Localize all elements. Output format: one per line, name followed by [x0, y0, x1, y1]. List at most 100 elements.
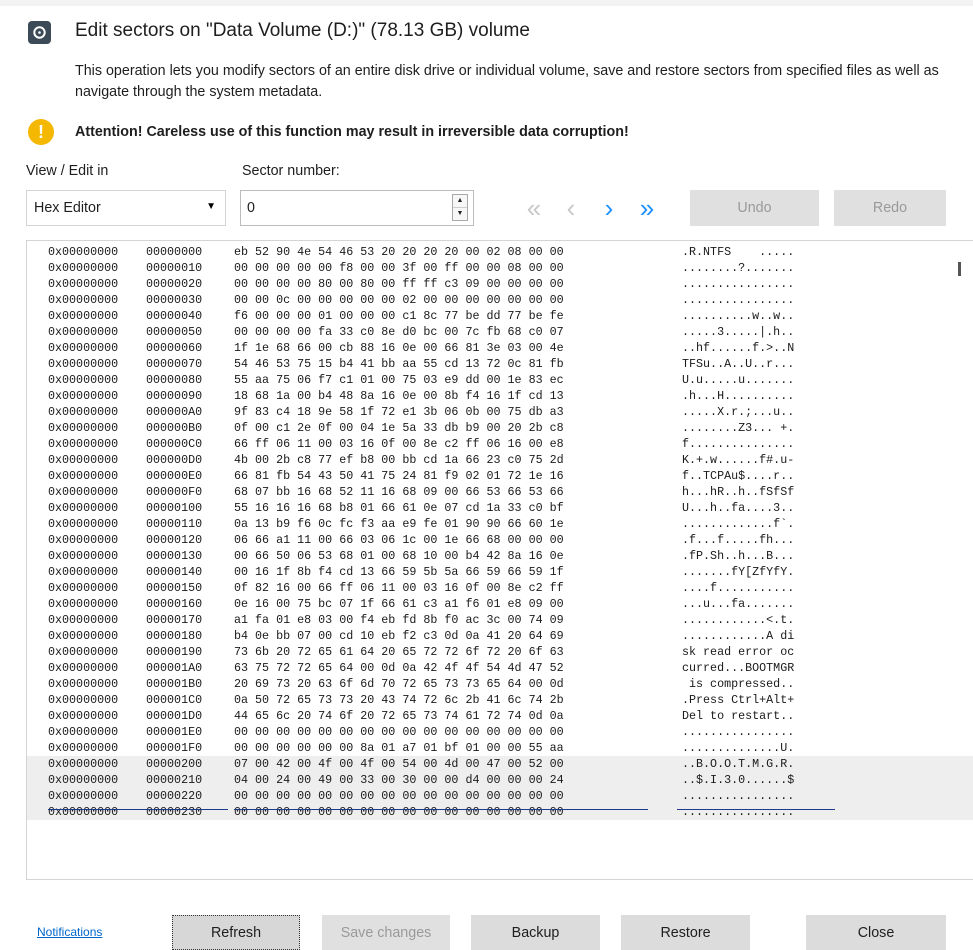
- hex-ascii: ................: [682, 805, 795, 819]
- hex-ascii: ..............U.: [682, 741, 795, 755]
- hex-offset: 00000220: [146, 789, 203, 803]
- hex-row[interactable]: 0x00000000 00000020 00 00 00 00 80 00 80 0…: [27, 276, 973, 292]
- spin-up-icon[interactable]: ▲: [453, 195, 467, 208]
- spin-down-icon[interactable]: ▼: [453, 208, 467, 220]
- hex-ascii: .....3.....|.h..: [682, 325, 795, 339]
- hex-row[interactable]: 0x00000000 00000180 b4 0e bb 07 00 cd 10 e…: [27, 628, 973, 644]
- hex-row[interactable]: 0x00000000 00000030 00 00 0c 00 00 00 00 0…: [27, 292, 973, 308]
- hex-row[interactable]: 0x00000000 000000C0 66 ff 06 11 00 03 16 0…: [27, 436, 973, 452]
- sector-number-input[interactable]: [241, 199, 439, 217]
- hex-row[interactable]: 0x00000000 00000090 18 68 1a 00 b4 48 8a 1…: [27, 388, 973, 404]
- hex-row[interactable]: 0x00000000 000001B0 20 69 73 20 63 6f 6d 7…: [27, 676, 973, 692]
- hex-address: 0x00000000: [48, 677, 119, 691]
- hex-row[interactable]: 0x00000000 00000190 73 6b 20 72 65 61 64 2…: [27, 644, 973, 660]
- redo-button[interactable]: Redo: [834, 190, 946, 226]
- sector-number-label: Sector number:: [242, 163, 340, 179]
- hex-row[interactable]: 0x00000000 00000200 07 00 42 00 4f 00 4f 0…: [27, 756, 973, 772]
- hex-ascii: .Press Ctrl+Alt+: [682, 693, 795, 707]
- hex-row[interactable]: 0x00000000 000000D0 4b 00 2b c8 77 ef b8 0…: [27, 452, 973, 468]
- hex-bytes: 00 00 00 00 00 00 8a 01 a7 01 bf 01 00 0…: [234, 741, 564, 755]
- hex-address: 0x00000000: [48, 245, 119, 259]
- hex-offset: 00000030: [146, 293, 203, 307]
- hex-ascii: U.u.....u.......: [682, 373, 795, 387]
- hex-offset: 00000230: [146, 805, 203, 819]
- hex-offset: 00000120: [146, 533, 203, 547]
- backup-button[interactable]: Backup: [471, 915, 600, 950]
- sector-spinner[interactable]: ▲ ▼: [452, 194, 468, 221]
- hex-ascii: .f...f.....fh...: [682, 533, 795, 547]
- hex-row[interactable]: 0x00000000 00000120 06 66 a1 11 00 66 03 0…: [27, 532, 973, 548]
- hex-bytes: 00 00 00 00 fa 33 c0 8e d0 bc 00 7c fb 6…: [234, 325, 564, 339]
- hex-address: 0x00000000: [48, 309, 119, 323]
- hex-row[interactable]: 0x00000000 00000110 0a 13 b9 f6 0c fc f3 a…: [27, 516, 973, 532]
- hex-row[interactable]: 0x00000000 00000220 00 00 00 00 00 00 00 0…: [27, 788, 973, 804]
- hex-bytes: eb 52 90 4e 54 46 53 20 20 20 20 00 02 0…: [234, 245, 564, 259]
- hex-row[interactable]: 0x00000000 000000F0 68 07 bb 16 68 52 11 1…: [27, 484, 973, 500]
- hex-offset: 00000150: [146, 581, 203, 595]
- hex-row[interactable]: 0x00000000 00000100 55 16 16 16 68 b8 01 6…: [27, 500, 973, 516]
- hex-row[interactable]: 0x00000000 000001A0 63 75 72 72 65 64 00 0…: [27, 660, 973, 676]
- hex-address: 0x00000000: [48, 341, 119, 355]
- hex-offset: 00000100: [146, 501, 203, 515]
- hex-bytes: 00 00 00 00 00 f8 00 00 3f 00 ff 00 00 0…: [234, 261, 564, 275]
- restore-button[interactable]: Restore: [621, 915, 750, 950]
- hex-row[interactable]: 0x00000000 00000230 00 00 00 00 00 00 00 0…: [27, 804, 973, 820]
- hex-offset: 00000190: [146, 645, 203, 659]
- hex-ascii: Del to restart..: [682, 709, 795, 723]
- hex-bytes: 66 81 fb 54 43 50 41 75 24 81 f9 02 01 7…: [234, 469, 564, 483]
- hex-address: 0x00000000: [48, 469, 119, 483]
- hex-editor-view[interactable]: 0x00000000 00000000 eb 52 90 4e 54 46 53 2…: [26, 240, 973, 880]
- hex-bytes: 00 00 00 00 00 00 00 00 00 00 00 00 00 0…: [234, 789, 564, 803]
- hex-address: 0x00000000: [48, 293, 119, 307]
- hex-row[interactable]: 0x00000000 00000000 eb 52 90 4e 54 46 53 2…: [27, 244, 973, 260]
- hex-row[interactable]: 0x00000000 00000080 55 aa 75 06 f7 c1 01 0…: [27, 372, 973, 388]
- previous-sector-icon[interactable]: ‹: [557, 190, 585, 226]
- hex-ascii: ................: [682, 277, 795, 291]
- hex-bytes: 68 07 bb 16 68 52 11 16 68 09 00 66 53 6…: [234, 485, 564, 499]
- hex-row[interactable]: 0x00000000 000000A0 9f 83 c4 18 9e 58 1f 7…: [27, 404, 973, 420]
- notifications-link[interactable]: Notifications: [37, 925, 102, 939]
- hex-offset: 00000010: [146, 261, 203, 275]
- first-sector-icon[interactable]: «: [520, 190, 548, 226]
- hex-row[interactable]: 0x00000000 00000150 0f 82 16 00 66 ff 06 1…: [27, 580, 973, 596]
- hex-row[interactable]: 0x00000000 00000130 00 66 50 06 53 68 01 0…: [27, 548, 973, 564]
- undo-button[interactable]: Undo: [690, 190, 819, 226]
- hex-offset: 000001F0: [146, 741, 203, 755]
- hex-row[interactable]: 0x00000000 000000B0 0f 00 c1 2e 0f 00 04 1…: [27, 420, 973, 436]
- close-button[interactable]: Close: [806, 915, 946, 950]
- hex-offset: 00000140: [146, 565, 203, 579]
- hex-bytes: 1f 1e 68 66 00 cb 88 16 0e 00 66 81 3e 0…: [234, 341, 564, 355]
- hex-row[interactable]: 0x00000000 00000040 f6 00 00 00 01 00 00 0…: [27, 308, 973, 324]
- hex-row[interactable]: 0x00000000 00000070 54 46 53 75 15 b4 41 b…: [27, 356, 973, 372]
- hex-row[interactable]: 0x00000000 00000210 04 00 24 00 49 00 33 0…: [27, 772, 973, 788]
- save-changes-button[interactable]: Save changes: [322, 915, 450, 950]
- refresh-button[interactable]: Refresh: [172, 915, 300, 950]
- hex-row[interactable]: 0x00000000 00000060 1f 1e 68 66 00 cb 88 1…: [27, 340, 973, 356]
- hex-bytes: 4b 00 2b c8 77 ef b8 00 bb cd 1a 66 23 c…: [234, 453, 564, 467]
- hex-row[interactable]: 0x00000000 000001F0 00 00 00 00 00 00 8a 0…: [27, 740, 973, 756]
- view-mode-select[interactable]: Hex Editor ▼: [26, 190, 226, 226]
- scrollbar-thumb[interactable]: [958, 262, 961, 276]
- sector-number-field[interactable]: ▲ ▼: [240, 190, 474, 226]
- hex-row[interactable]: 0x00000000 000000E0 66 81 fb 54 43 50 41 7…: [27, 468, 973, 484]
- hex-row[interactable]: 0x00000000 000001D0 44 65 6c 20 74 6f 20 7…: [27, 708, 973, 724]
- hex-bytes: 20 69 73 20 63 6f 6d 70 72 65 73 73 65 6…: [234, 677, 564, 691]
- hex-address: 0x00000000: [48, 757, 119, 771]
- hex-ascii: curred...BOOTMGR: [682, 661, 795, 675]
- hex-row[interactable]: 0x00000000 00000160 0e 16 00 75 bc 07 1f 6…: [27, 596, 973, 612]
- next-sector-icon[interactable]: ›: [595, 190, 623, 226]
- hex-address: 0x00000000: [48, 805, 119, 819]
- hex-bytes: 00 00 00 00 00 00 00 00 00 00 00 00 00 0…: [234, 725, 564, 739]
- hex-row[interactable]: 0x00000000 00000010 00 00 00 00 00 f8 00 0…: [27, 260, 973, 276]
- hex-row[interactable]: 0x00000000 000001C0 0a 50 72 65 73 73 20 4…: [27, 692, 973, 708]
- hex-offset: 000000F0: [146, 485, 203, 499]
- hex-row[interactable]: 0x00000000 000001E0 00 00 00 00 00 00 00 0…: [27, 724, 973, 740]
- hex-row[interactable]: 0x00000000 00000050 00 00 00 00 fa 33 c0 8…: [27, 324, 973, 340]
- hex-offset: 00000000: [146, 245, 203, 259]
- hex-offset: 00000050: [146, 325, 203, 339]
- last-sector-icon[interactable]: »: [633, 190, 661, 226]
- hex-address: 0x00000000: [48, 405, 119, 419]
- hex-row[interactable]: 0x00000000 00000140 00 16 1f 8b f4 cd 13 6…: [27, 564, 973, 580]
- hex-row[interactable]: 0x00000000 00000170 a1 fa 01 e8 03 00 f4 e…: [27, 612, 973, 628]
- hex-bytes: 55 aa 75 06 f7 c1 01 00 75 03 e9 dd 00 1…: [234, 373, 564, 387]
